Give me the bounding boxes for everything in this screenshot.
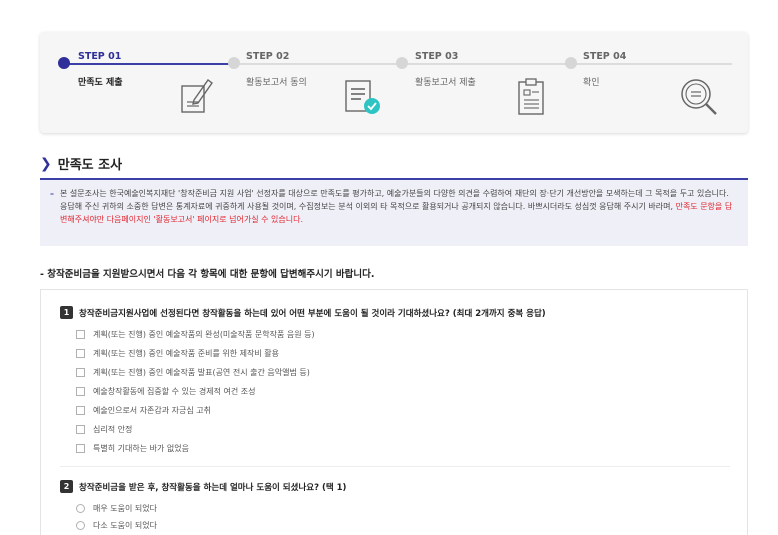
option-label: 계획(또는 진행) 중인 예술작품 발표(공연 전시 출간 음악앨범 등) [93, 368, 310, 377]
q2-option-1[interactable]: 매우 도움이 되었다 [76, 503, 157, 514]
q1-option-7[interactable]: 특별히 기대하는 바가 없었음 [76, 443, 189, 454]
option-label: 예술인으로서 자존감과 자긍심 고취 [93, 406, 212, 415]
step-01-label: 만족도 제출 [78, 78, 123, 88]
q1-option-1[interactable]: 계획(또는 진행) 중인 예술작품의 완성(미술작품 문학작품 음원 등) [76, 329, 315, 340]
checkbox[interactable] [76, 368, 85, 377]
notice-bullet: – [50, 189, 54, 198]
option-label: 매우 도움이 되었다 [93, 504, 157, 513]
checkbox[interactable] [76, 349, 85, 358]
document-check-icon [345, 80, 380, 114]
checkbox[interactable] [76, 425, 85, 434]
chevron-right-icon: ❯ [40, 155, 52, 172]
step-02-title: STEP 02 [246, 51, 290, 62]
step-track [232, 63, 732, 65]
question-text: 창작준비금지원사업에 선정된다면 창작활동을 하는데 있어 어떤 부분에 도움이… [79, 308, 546, 319]
question-number: 1 [60, 306, 73, 319]
question-2: 2 창작준비금을 받은 후, 창작활동을 하는데 얼마나 도움이 되셨나요? (… [60, 480, 346, 493]
question-text: 창작준비금을 받은 후, 창작활동을 하는데 얼마나 도움이 되셨나요? (택 … [79, 482, 347, 493]
q1-option-6[interactable]: 심리적 안정 [76, 424, 132, 435]
step-03-dot [396, 57, 408, 69]
option-label: 심리적 안정 [93, 425, 133, 434]
checkbox[interactable] [76, 444, 85, 453]
option-label: 다소 도움이 되었다 [93, 521, 157, 530]
step-04-dot [565, 57, 577, 69]
radio-button[interactable] [76, 521, 85, 530]
checkbox[interactable] [76, 330, 85, 339]
step-02-dot [228, 57, 240, 69]
step-01-dot [58, 57, 70, 69]
step-03-label: 활동보고서 제출 [415, 78, 476, 88]
question-number: 2 [60, 480, 73, 493]
checkbox[interactable] [76, 406, 85, 415]
q1-option-5[interactable]: 예술인으로서 자존감과 자긍심 고취 [76, 405, 211, 416]
option-label: 예술창작활동에 집중할 수 있는 경제적 여건 조성 [93, 387, 256, 396]
radio-button[interactable] [76, 504, 85, 513]
step-04-title: STEP 04 [583, 51, 627, 62]
q1-option-4[interactable]: 예술창작활동에 집중할 수 있는 경제적 여건 조성 [76, 386, 255, 397]
option-label: 계획(또는 진행) 중인 예술작품 준비를 위한 제작비 활용 [93, 349, 279, 358]
question-1: 1 창작준비금지원사업에 선정된다면 창작활동을 하는데 있어 어떤 부분에 도… [60, 306, 546, 319]
step-02-label: 활동보고서 동의 [246, 78, 307, 88]
progress-stepper: STEP 01 만족도 제출 STEP 02 활동보고서 동의 STEP 03 … [40, 32, 748, 133]
magnifier-icon [681, 79, 717, 115]
step-01-title: STEP 01 [78, 51, 122, 62]
option-label: 특별히 기대하는 바가 없었음 [93, 444, 189, 453]
option-label: 계획(또는 진행) 중인 예술작품의 완성(미술작품 문학작품 음원 등) [93, 330, 315, 339]
document-edit-icon [181, 79, 213, 113]
clipboard-icon [518, 78, 544, 115]
step-03-title: STEP 03 [415, 51, 459, 62]
section-heading: ❯ 만족도 조사 [40, 154, 123, 174]
q2-option-2[interactable]: 다소 도움이 되었다 [76, 520, 157, 531]
survey-notice: – 본 설문조사는 한국예술인복지재단 '창작준비금 지원 사업' 선정자를 대… [40, 178, 748, 246]
section-title: 만족도 조사 [57, 158, 123, 173]
checkbox[interactable] [76, 387, 85, 396]
q1-option-2[interactable]: 계획(또는 진행) 중인 예술작품 준비를 위한 제작비 활용 [76, 348, 279, 359]
q1-option-3[interactable]: 계획(또는 진행) 중인 예술작품 발표(공연 전시 출간 음악앨범 등) [76, 367, 310, 378]
notice-text: 본 설문조사는 한국예술인복지재단 '창작준비금 지원 사업' 선정자를 대상으… [60, 189, 729, 211]
step-04-label: 확인 [583, 78, 600, 88]
question-divider [60, 466, 730, 467]
instruction-text: - 창작준비금을 지원받으시면서 다음 각 항목에 대한 문항에 답변해주시기 … [40, 269, 375, 280]
step-track-active [62, 63, 232, 65]
